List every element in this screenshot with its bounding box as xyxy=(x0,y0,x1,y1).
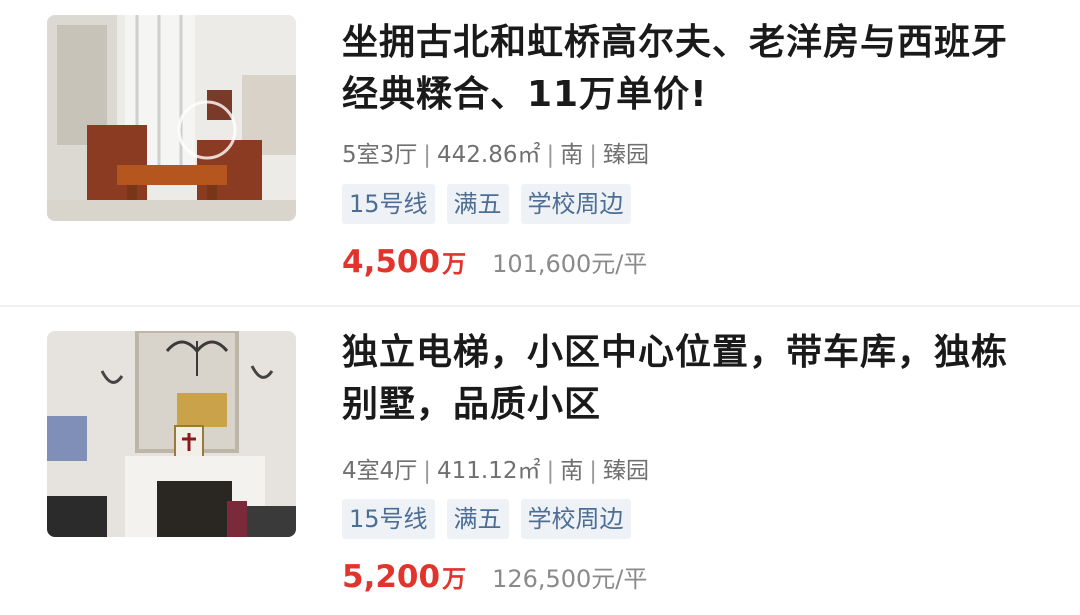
room-layout: 5室3厅 xyxy=(342,142,418,168)
card-divider xyxy=(0,305,1080,307)
total-price-unit: 万 xyxy=(442,250,467,278)
listing-photo[interactable] xyxy=(47,331,296,537)
listing-meta: 5室3厅 | 442.86㎡ | 南 | 臻园 xyxy=(342,135,649,169)
listing-list: 坐拥古北和虹桥高尔夫、老洋房与西班牙经典糅合、11万单价! 5室3厅 | 442.8… xyxy=(0,0,1080,615)
total-price: 5,200 xyxy=(342,559,441,595)
separator: | xyxy=(423,142,432,168)
tag-five-years: 满五 xyxy=(446,499,509,539)
tag-metro-line: 15号线 xyxy=(342,184,435,224)
separator: | xyxy=(546,458,555,484)
tag-metro-line: 15号线 xyxy=(342,499,435,539)
room-layout: 4室4厅 xyxy=(342,458,418,484)
community-name: 臻园 xyxy=(603,142,650,168)
listing-meta: 4室4厅 | 411.12㎡ | 南 | 臻园 xyxy=(342,451,649,485)
listing-card[interactable]: 独立电梯，小区中心位置，带车库，独栋别墅，品质小区 4室4厅 | 411.12㎡ | 南… xyxy=(0,308,1080,608)
listing-card[interactable]: 坐拥古北和虹桥高尔夫、老洋房与西班牙经典糅合、11万单价! 5室3厅 | 442.8… xyxy=(0,0,1080,300)
listing-title[interactable]: 独立电梯，小区中心位置，带车库，独栋别墅，品质小区 xyxy=(342,327,1042,431)
listing-photo[interactable] xyxy=(47,15,296,221)
separator: | xyxy=(423,458,432,484)
total-price-unit: 万 xyxy=(442,565,467,593)
orientation: 南 xyxy=(560,458,584,484)
fireplace-room-photo-image xyxy=(47,331,296,537)
floor-area: 411.12㎡ xyxy=(437,458,541,484)
separator: | xyxy=(589,142,598,168)
separator: | xyxy=(546,142,555,168)
orientation: 南 xyxy=(560,142,584,168)
unit-price: 101,600元/平 xyxy=(492,250,648,278)
community-name: 臻园 xyxy=(603,458,650,484)
tag-near-school: 学校周边 xyxy=(520,499,631,539)
listing-tags: 15号线 满五 学校周边 xyxy=(342,184,631,224)
living-room-photo-image xyxy=(47,15,296,221)
separator: | xyxy=(589,458,598,484)
unit-price: 126,500元/平 xyxy=(492,565,648,593)
listing-title[interactable]: 坐拥古北和虹桥高尔夫、老洋房与西班牙经典糅合、11万单价! xyxy=(342,17,1042,121)
listing-tags: 15号线 满五 学校周边 xyxy=(342,499,631,539)
price-row: 4,500 万 101,600元/平 xyxy=(342,244,647,280)
tag-near-school: 学校周边 xyxy=(520,184,631,224)
floor-area: 442.86㎡ xyxy=(437,142,541,168)
total-price: 4,500 xyxy=(342,244,441,280)
price-row: 5,200 万 126,500元/平 xyxy=(342,559,647,595)
tag-five-years: 满五 xyxy=(446,184,509,224)
